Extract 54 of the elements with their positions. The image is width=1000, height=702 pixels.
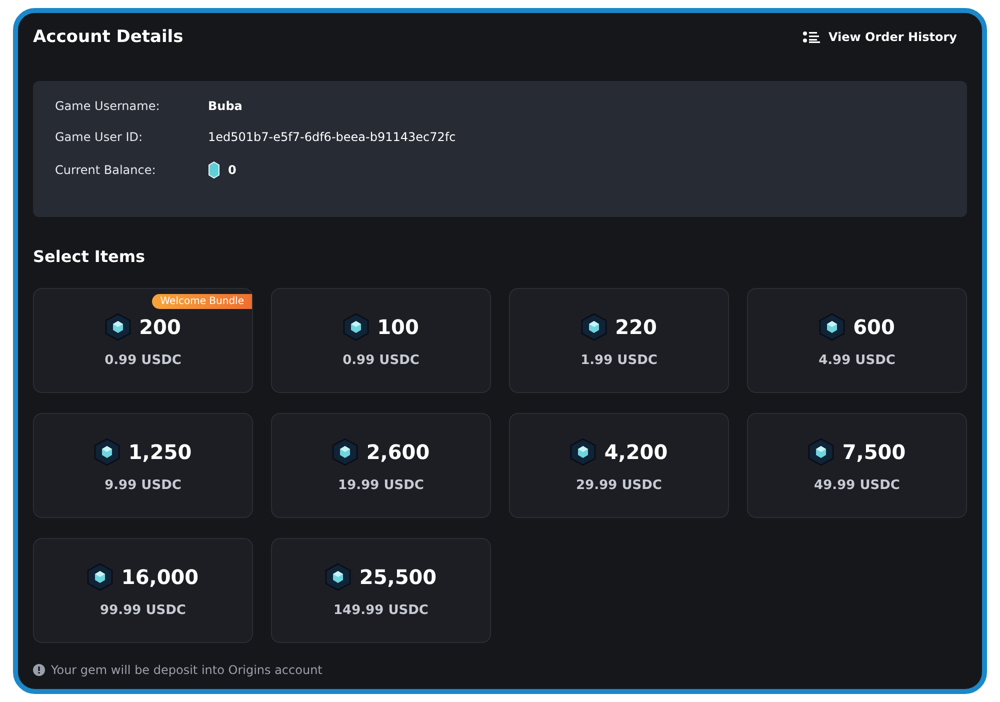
gem-pack-card[interactable]: 600 4.99 USDC (747, 288, 967, 393)
gem-amount: 600 (853, 315, 895, 339)
price-text: 0.99 USDC (342, 353, 420, 368)
page-title: Account Details (33, 27, 184, 47)
gem-pack-card[interactable]: 220 1.99 USDC (509, 288, 729, 393)
gem-icon (105, 313, 132, 341)
gem-pack-card[interactable]: 16,000 99.99 USDC (33, 538, 253, 643)
price-text: 99.99 USDC (100, 603, 186, 618)
gem-amount: 25,500 (359, 565, 437, 589)
info-value: Buba (208, 99, 242, 113)
price-text: 149.99 USDC (334, 603, 428, 618)
gem-pack-card[interactable]: 4,200 29.99 USDC (509, 413, 729, 518)
price-text: 4.99 USDC (818, 353, 896, 368)
gem-icon (87, 563, 114, 591)
gem-icon (819, 313, 846, 341)
list-icon (803, 31, 820, 43)
order-history-link[interactable]: View Order History (803, 30, 957, 44)
gem-amount: 4,200 (604, 440, 668, 464)
gem-icon (325, 563, 352, 591)
footer-note: Your gem will be deposit into Origins account (51, 663, 322, 677)
price-text: 9.99 USDC (104, 478, 182, 493)
gem-pack-card[interactable]: 100 0.99 USDC (271, 288, 491, 393)
gem-amount: 1,250 (128, 440, 192, 464)
section-title: Select Items (33, 247, 146, 266)
gem-amount: 100 (377, 315, 419, 339)
price-text: 19.99 USDC (338, 478, 424, 493)
info-icon (33, 664, 45, 676)
price-text: 0.99 USDC (104, 353, 182, 368)
gem-icon (343, 313, 370, 341)
info-label: Current Balance: (55, 163, 157, 177)
price-text: 29.99 USDC (576, 478, 662, 493)
info-value: 1ed501b7-e5f7-6df6-beea-b91143ec72fc (208, 130, 456, 144)
gem-icon (570, 438, 596, 466)
price-text: 1.99 USDC (580, 353, 658, 368)
gem-icon (332, 438, 358, 466)
gem-pack-card[interactable]: 2,600 19.99 USDC (271, 413, 491, 518)
gem-amount: 7,500 (842, 440, 906, 464)
gem-icon (581, 313, 608, 341)
info-label: Game Username: (55, 99, 161, 113)
gem-pack-card[interactable]: 25,500 149.99 USDC (271, 538, 491, 643)
price-text: 49.99 USDC (814, 478, 900, 493)
gem-icon (94, 438, 120, 466)
gem-icon (208, 161, 220, 179)
gem-amount: 2,600 (366, 440, 430, 464)
info-value: 0 (228, 163, 236, 177)
bundle-badge: Welcome Bundle (152, 294, 252, 309)
gem-pack-card[interactable]: Welcome Bundle 200 0.99 USDC (33, 288, 253, 393)
gem-amount: 16,000 (121, 565, 199, 589)
gem-amount: 200 (139, 315, 181, 339)
gem-pack-card[interactable]: 1,250 9.99 USDC (33, 413, 253, 518)
info-label: Game User ID: (55, 130, 144, 144)
gem-amount: 220 (615, 315, 657, 339)
gem-pack-card[interactable]: 7,500 49.99 USDC (747, 413, 967, 518)
gem-icon (808, 438, 834, 466)
